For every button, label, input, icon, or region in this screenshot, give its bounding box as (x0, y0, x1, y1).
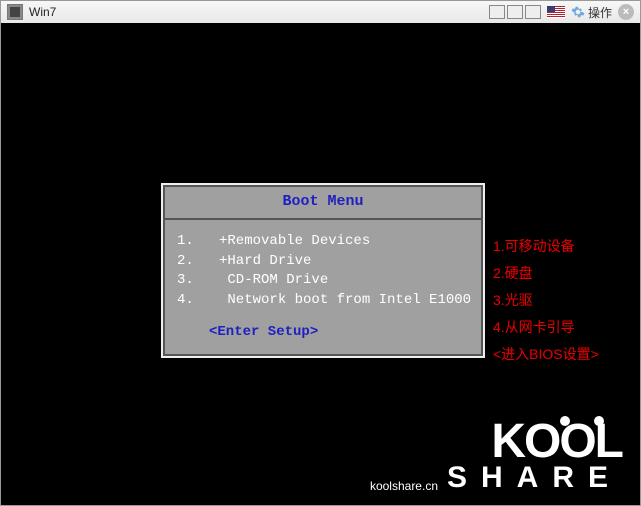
vm-screen: Boot Menu 1. +Removable Devices2. +Hard … (1, 23, 640, 505)
vm-window: Win7 操作 × Boot Menu 1. +Removable Device… (0, 0, 641, 506)
boot-menu-item[interactable]: 3. CD-ROM Drive (177, 271, 469, 291)
operation-menu[interactable]: 操作 (588, 4, 612, 21)
titlebar-button-1[interactable] (489, 5, 505, 19)
boot-menu-body: 1. +Removable Devices2. +Hard Drive3. CD… (163, 220, 483, 356)
close-button[interactable]: × (618, 4, 634, 20)
us-flag-icon (547, 6, 565, 18)
boot-menu-item[interactable]: 2. +Hard Drive (177, 252, 469, 272)
gear-icon[interactable] (571, 5, 585, 19)
watermark-url: koolshare.cn (370, 479, 438, 493)
boot-menu-item[interactable]: 1. +Removable Devices (177, 232, 469, 252)
dot-icon (594, 416, 604, 426)
boot-menu-item[interactable]: 4. Network boot from Intel E1000 (177, 291, 469, 311)
annotation-label: 3.光驱 (493, 290, 533, 310)
annotation-label: 4.从网卡引导 (493, 317, 575, 337)
titlebar: Win7 操作 × (1, 1, 640, 24)
annotation-label: 2.硬盘 (493, 263, 533, 283)
watermark: KOOL SHARE (447, 420, 622, 495)
dot-icon (560, 416, 570, 426)
boot-menu-title: Boot Menu (163, 193, 483, 210)
boot-menu-dialog: Boot Menu 1. +Removable Devices2. +Hard … (161, 183, 485, 358)
enter-setup-option[interactable]: <Enter Setup> (177, 324, 469, 340)
boot-menu-title-bar: Boot Menu (163, 185, 483, 220)
annotation-label: <进入BIOS设置> (493, 344, 599, 364)
window-icon (7, 4, 23, 20)
titlebar-button-2[interactable] (507, 5, 523, 19)
window-title: Win7 (29, 5, 56, 19)
titlebar-button-3[interactable] (525, 5, 541, 19)
watermark-line1: KOOL (447, 420, 622, 463)
annotation-label: 1.可移动设备 (493, 236, 575, 256)
